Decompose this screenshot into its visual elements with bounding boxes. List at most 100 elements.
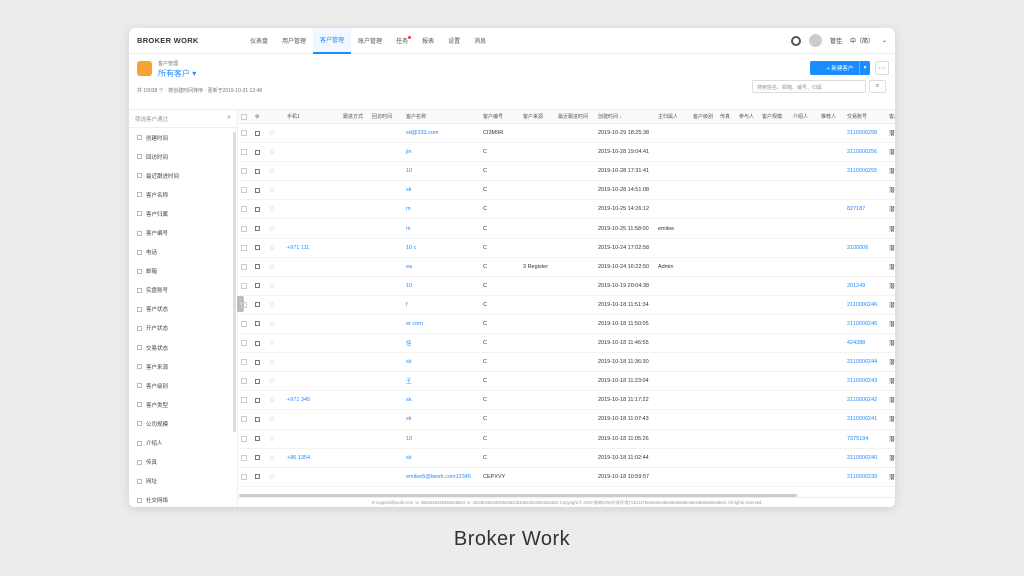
account-cell[interactable]: 2110000243	[847, 378, 877, 384]
table-row[interactable]: ☆ 王 C 2019-10-18 11:23:04 2110000243 潜在客	[239, 372, 895, 392]
checkbox[interactable]	[137, 402, 142, 408]
star-icon[interactable]: ☆	[269, 397, 275, 404]
account-cell[interactable]: 2110000239	[847, 474, 877, 480]
star-icon[interactable]: ☆	[269, 321, 275, 328]
filter-item[interactable]: 社交网络	[129, 491, 237, 507]
row-checkbox[interactable]	[241, 263, 247, 270]
column-header[interactable]: 参与人	[737, 113, 760, 120]
row-checkbox[interactable]	[241, 473, 247, 480]
filter-item[interactable]: 客户编号	[129, 223, 237, 242]
checkbox[interactable]	[137, 173, 142, 179]
grid-icon[interactable]	[255, 283, 260, 289]
column-header[interactable]: 客户状	[887, 113, 895, 120]
gear-icon[interactable]: ⚙	[255, 114, 259, 120]
table-row[interactable]: ☆ 10 C 2019-10-28 17:31:41 2110000255 潜在客	[239, 162, 895, 182]
table-row[interactable]: ☆ +971 111 10 c C 2019-10-24 17:02:58 2100006…	[239, 239, 895, 258]
column-header[interactable]: 手机1	[285, 113, 341, 120]
star-icon[interactable]: ☆	[269, 416, 275, 423]
checkbox[interactable]	[137, 211, 142, 217]
table-row[interactable]: ☆ sk C 2019-10-18 11:07:43 2110000241 潜在客	[239, 410, 895, 430]
filter-item[interactable]: 开户状态	[129, 319, 237, 338]
row-checkbox[interactable]	[241, 187, 247, 194]
grid-icon[interactable]	[255, 264, 260, 270]
account-cell[interactable]: 2110000246	[847, 302, 877, 308]
customer-name-cell[interactable]: 10	[406, 283, 412, 289]
star-icon[interactable]: ☆	[269, 149, 275, 156]
grid-icon[interactable]	[255, 245, 260, 251]
account-cell[interactable]: 2110000258	[847, 130, 877, 136]
star-icon[interactable]: ☆	[269, 359, 275, 366]
checkbox[interactable]	[137, 135, 142, 141]
account-cell[interactable]: 2110000242	[847, 397, 877, 403]
customer-name-cell[interactable]: sk	[406, 416, 412, 422]
filter-item[interactable]: 网址	[129, 472, 237, 491]
row-checkbox[interactable]	[241, 359, 247, 366]
checkbox[interactable]	[137, 497, 142, 503]
nav-item-2[interactable]: 客户管理	[313, 28, 352, 54]
table-row[interactable]: ☆ m C 2019-10-25 11:58:00 emilee 潜在客	[239, 219, 895, 239]
nav-item-1[interactable]: 用户管理	[275, 28, 313, 54]
customer-name-cell[interactable]: jin	[406, 149, 412, 155]
table-row[interactable]: ☆ +971 345 sk C 2019-10-18 11:17:22 211000024…	[239, 391, 895, 411]
customer-name-cell[interactable]: emilee5@lwork.com12345	[406, 474, 471, 480]
table-row[interactable]: ☆ +86 1354 sk C 2019-10-18 11:02:44 211000024…	[239, 449, 895, 468]
more-button[interactable]: ···	[875, 61, 889, 75]
customer-name-cell[interactable]: sk	[406, 455, 412, 461]
row-checkbox[interactable]	[241, 301, 247, 308]
column-header[interactable]: ⚙	[253, 114, 267, 120]
sidebar-scrollbar[interactable]	[233, 132, 236, 432]
filter-item[interactable]: 最近跟进时间	[129, 166, 237, 185]
grid-icon[interactable]	[255, 436, 260, 442]
star-icon[interactable]: ☆	[269, 168, 275, 175]
filter-item[interactable]: 电话	[129, 243, 237, 262]
checkbox[interactable]	[137, 287, 142, 293]
checkbox[interactable]	[137, 249, 142, 255]
star-icon[interactable]: ☆	[269, 130, 275, 137]
table-row[interactable]: ☆ sk C 2019-10-28 14:51:08 潜在客	[239, 181, 895, 201]
customer-name-cell[interactable]: sk	[406, 187, 412, 193]
column-header[interactable]: 跟进方式	[341, 113, 370, 120]
account-cell[interactable]: 2110000240	[847, 455, 877, 461]
table-row[interactable]: ☆ 佳 C 2019-10-18 11:46:55 424388 潜在客	[239, 334, 895, 354]
row-checkbox[interactable]	[241, 149, 247, 156]
grid-icon[interactable]	[255, 168, 260, 174]
filter-item[interactable]: 实盘账号	[129, 281, 237, 300]
table-row[interactable]: ☆ sd@333.com CI3M9R 2019-10-29 18:25:38 2110…	[239, 124, 895, 144]
checkbox[interactable]	[137, 268, 142, 274]
view-selector[interactable]: 所有客户 ▾	[158, 68, 196, 79]
star-icon[interactable]: ☆	[269, 340, 275, 347]
nav-item-3[interactable]: 账户管理	[351, 28, 389, 54]
nav-item-6[interactable]: 设置	[441, 28, 467, 54]
filter-item[interactable]: 客户级别	[129, 376, 237, 395]
row-checkbox[interactable]	[241, 397, 247, 404]
search-icon[interactable]: ⌕	[869, 80, 886, 93]
customer-name-cell[interactable]: 10	[406, 168, 412, 174]
account-cell[interactable]: 2110000245	[847, 321, 877, 327]
grid-icon[interactable]	[255, 226, 260, 232]
row-checkbox[interactable]	[241, 282, 247, 289]
star-icon[interactable]: ☆	[269, 474, 275, 481]
column-header[interactable]: 客户名称	[404, 113, 481, 120]
customer-name-cell[interactable]: 王	[406, 379, 412, 385]
row-checkbox[interactable]	[241, 244, 247, 251]
nav-item-0[interactable]: 仪表盘	[243, 28, 275, 54]
user-name[interactable]: 管佳	[830, 36, 842, 45]
row-checkbox[interactable]	[241, 130, 247, 137]
account-cell[interactable]: 7375194	[847, 436, 868, 442]
row-checkbox[interactable]	[241, 416, 247, 423]
customer-name-cell[interactable]: ea	[406, 264, 412, 270]
checkbox[interactable]	[137, 325, 142, 331]
filter-item[interactable]: 传真	[129, 453, 237, 472]
checkbox[interactable]	[137, 421, 142, 427]
account-cell[interactable]: 827187	[847, 206, 865, 212]
account-cell[interactable]: 424388	[847, 340, 865, 346]
column-header[interactable]: 客户级别	[691, 113, 718, 120]
chevron-down-icon[interactable]: ▾	[859, 61, 870, 75]
nav-item-4[interactable]: 任务	[389, 28, 415, 54]
filter-item[interactable]: 客户名称	[129, 185, 237, 204]
gear-icon[interactable]	[790, 35, 801, 46]
row-checkbox[interactable]	[241, 435, 247, 442]
row-checkbox[interactable]	[241, 378, 247, 385]
filter-item[interactable]: 创建时间	[129, 128, 237, 147]
select-all-checkbox[interactable]	[241, 113, 247, 120]
